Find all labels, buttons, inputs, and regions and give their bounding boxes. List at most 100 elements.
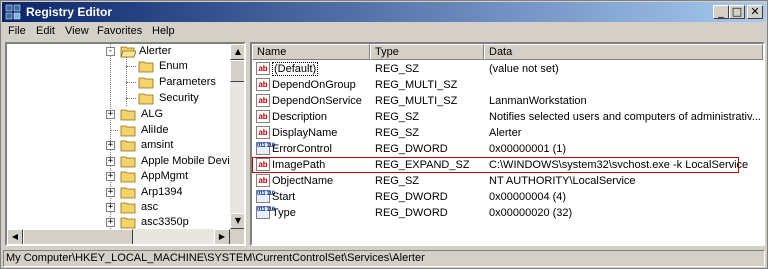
- tree-connector-line: [126, 66, 136, 67]
- tree-item-label: AppMgmt: [141, 170, 189, 182]
- tree-item-label: Parameters: [159, 76, 216, 88]
- expand-icon[interactable]: +: [106, 203, 115, 212]
- value-row-dependonservice[interactable]: ab DependOnService REG_MULTI_SZ LanmanWo…: [252, 93, 763, 109]
- value-name: Type: [272, 207, 296, 219]
- value-data: (value not set): [489, 63, 559, 75]
- menu-bar: File Edit View Favorites Help: [2, 23, 766, 41]
- minimize-button[interactable]: _: [713, 5, 729, 19]
- tree-item-enum[interactable]: Enum: [7, 59, 227, 74]
- tree-item-apple-mobile-device[interactable]: + Apple Mobile Device: [7, 154, 241, 169]
- folder-icon: [120, 217, 136, 229]
- value-row-type[interactable]: 011 110 Type REG_DWORD 0x00000020 (32): [252, 205, 763, 221]
- tree-item-amsint[interactable]: + amsint: [7, 138, 227, 153]
- tree-item-label: AliIde: [141, 124, 169, 136]
- value-name: DisplayName: [272, 127, 338, 139]
- folder-icon: [120, 125, 136, 137]
- tree-item-parameters[interactable]: Parameters: [7, 75, 227, 90]
- scroll-up-arrow-icon[interactable]: ▲: [230, 44, 244, 60]
- binary-value-icon: 011 110: [256, 190, 275, 203]
- value-type: REG_SZ: [375, 111, 420, 123]
- value-type: REG_DWORD: [375, 191, 448, 203]
- menu-help[interactable]: Help: [152, 25, 175, 37]
- column-header-name[interactable]: Name: [252, 44, 370, 60]
- scroll-left-arrow-icon[interactable]: ◀: [7, 229, 23, 244]
- scroll-thumb[interactable]: [23, 229, 133, 244]
- folder-icon: [120, 156, 136, 168]
- value-row-displayname[interactable]: ab DisplayName REG_SZ Alerter: [252, 125, 763, 141]
- folder-icon: [120, 109, 136, 121]
- value-type: REG_DWORD: [375, 207, 448, 219]
- string-value-icon: ab: [256, 126, 270, 139]
- tree-item-alg[interactable]: + ALG: [7, 107, 227, 122]
- registry-editor-window: Registry Editor _ □ ✕ File Edit View Fav…: [0, 0, 768, 269]
- tree-connector-line: [126, 98, 136, 99]
- key-tree-pane[interactable]: - Alerter Enum Parameters Security + ALG…: [5, 42, 246, 246]
- expand-icon[interactable]: +: [106, 172, 115, 181]
- column-header-type[interactable]: Type: [370, 44, 484, 60]
- expand-icon[interactable]: +: [106, 157, 115, 166]
- menu-favorites[interactable]: Favorites: [97, 25, 142, 37]
- folder-icon: [120, 202, 136, 214]
- values-list-pane[interactable]: Name Type Data ab (Default) REG_SZ (valu…: [250, 42, 765, 246]
- value-name: (Default): [272, 62, 319, 76]
- close-button[interactable]: ✕: [747, 5, 763, 19]
- expand-icon[interactable]: +: [106, 218, 115, 227]
- tree-item-security[interactable]: Security: [7, 91, 227, 106]
- tree-connector-line: [110, 130, 118, 131]
- value-row-errorcontrol[interactable]: 011 110 ErrorControl REG_DWORD 0x0000000…: [252, 141, 763, 157]
- scroll-down-arrow-icon[interactable]: ▼: [230, 213, 244, 229]
- folder-icon: [120, 140, 136, 152]
- folder-icon: [120, 187, 136, 199]
- expand-icon[interactable]: +: [106, 141, 115, 150]
- value-row-objectname[interactable]: ab ObjectName REG_SZ NT AUTHORITY\LocalS…: [252, 173, 763, 189]
- expand-icon[interactable]: +: [106, 188, 115, 197]
- value-type: REG_DWORD: [375, 143, 448, 155]
- value-row-imagepath[interactable]: ab ImagePath REG_EXPAND_SZ C:\WINDOWS\sy…: [252, 157, 763, 173]
- menu-view[interactable]: View: [65, 25, 89, 37]
- binary-value-icon: 011 110: [256, 142, 275, 155]
- scroll-thumb[interactable]: [230, 60, 244, 82]
- string-value-icon: ab: [256, 62, 270, 75]
- string-value-icon: ab: [256, 158, 270, 171]
- tree-item-appmgmt[interactable]: + AppMgmt: [7, 169, 227, 184]
- tree-item-label: asc3350p: [141, 216, 189, 228]
- tree-item-label: Security: [159, 92, 199, 104]
- menu-file[interactable]: File: [8, 25, 26, 37]
- value-row-dependongroup[interactable]: ab DependOnGroup REG_MULTI_SZ: [252, 77, 763, 93]
- tree-item-arp1394[interactable]: + Arp1394: [7, 185, 227, 200]
- value-type: REG_EXPAND_SZ: [375, 159, 470, 171]
- value-name: Description: [272, 111, 328, 123]
- column-header-data[interactable]: Data: [484, 44, 763, 60]
- value-type: REG_SZ: [375, 127, 420, 139]
- scroll-right-arrow-icon[interactable]: ▶: [214, 229, 230, 244]
- value-data: 0x00000020 (32): [489, 207, 573, 219]
- tree-item-alerter[interactable]: - Alerter: [7, 44, 227, 59]
- title-bar[interactable]: Registry Editor _ □ ✕: [2, 2, 766, 22]
- value-row-start[interactable]: 011 110 Start REG_DWORD 0x00000004 (4): [252, 189, 763, 205]
- folder-icon: [120, 171, 136, 183]
- menu-edit[interactable]: Edit: [36, 25, 55, 37]
- tree-item-aliide[interactable]: AliIde: [7, 123, 227, 138]
- tree-item-asc[interactable]: + asc: [7, 200, 227, 215]
- value-data: LanmanWorkstation: [489, 95, 587, 107]
- value-row-default[interactable]: ab (Default) REG_SZ (value not set): [252, 61, 763, 77]
- binary-value-icon: 011 110: [256, 206, 275, 219]
- tree-item-label: amsint: [141, 139, 174, 151]
- expand-icon[interactable]: +: [106, 110, 115, 119]
- tree-horizontal-scrollbar[interactable]: ◀ ▶: [7, 229, 230, 244]
- tree-item-label: asc: [141, 201, 159, 213]
- tree-vertical-scrollbar[interactable]: ▲ ▼: [230, 44, 244, 229]
- value-name: DependOnGroup: [272, 79, 356, 91]
- tree-item-label: Arp1394: [141, 186, 183, 198]
- collapse-icon[interactable]: -: [106, 47, 115, 56]
- status-bar-path: My Computer\HKEY_LOCAL_MACHINE\SYSTEM\Cu…: [3, 250, 765, 267]
- value-data: 0x00000001 (1): [489, 143, 567, 155]
- window-title: Registry Editor: [26, 5, 113, 19]
- tree-item-label: ALG: [141, 108, 164, 120]
- string-value-icon: ab: [256, 94, 270, 107]
- maximize-button[interactable]: □: [729, 5, 745, 19]
- value-row-description[interactable]: ab Description REG_SZ Notifies selected …: [252, 109, 763, 125]
- tree-item-asc3350p[interactable]: + asc3350p: [7, 215, 227, 230]
- string-value-icon: ab: [256, 110, 270, 123]
- string-value-icon: ab: [256, 78, 270, 91]
